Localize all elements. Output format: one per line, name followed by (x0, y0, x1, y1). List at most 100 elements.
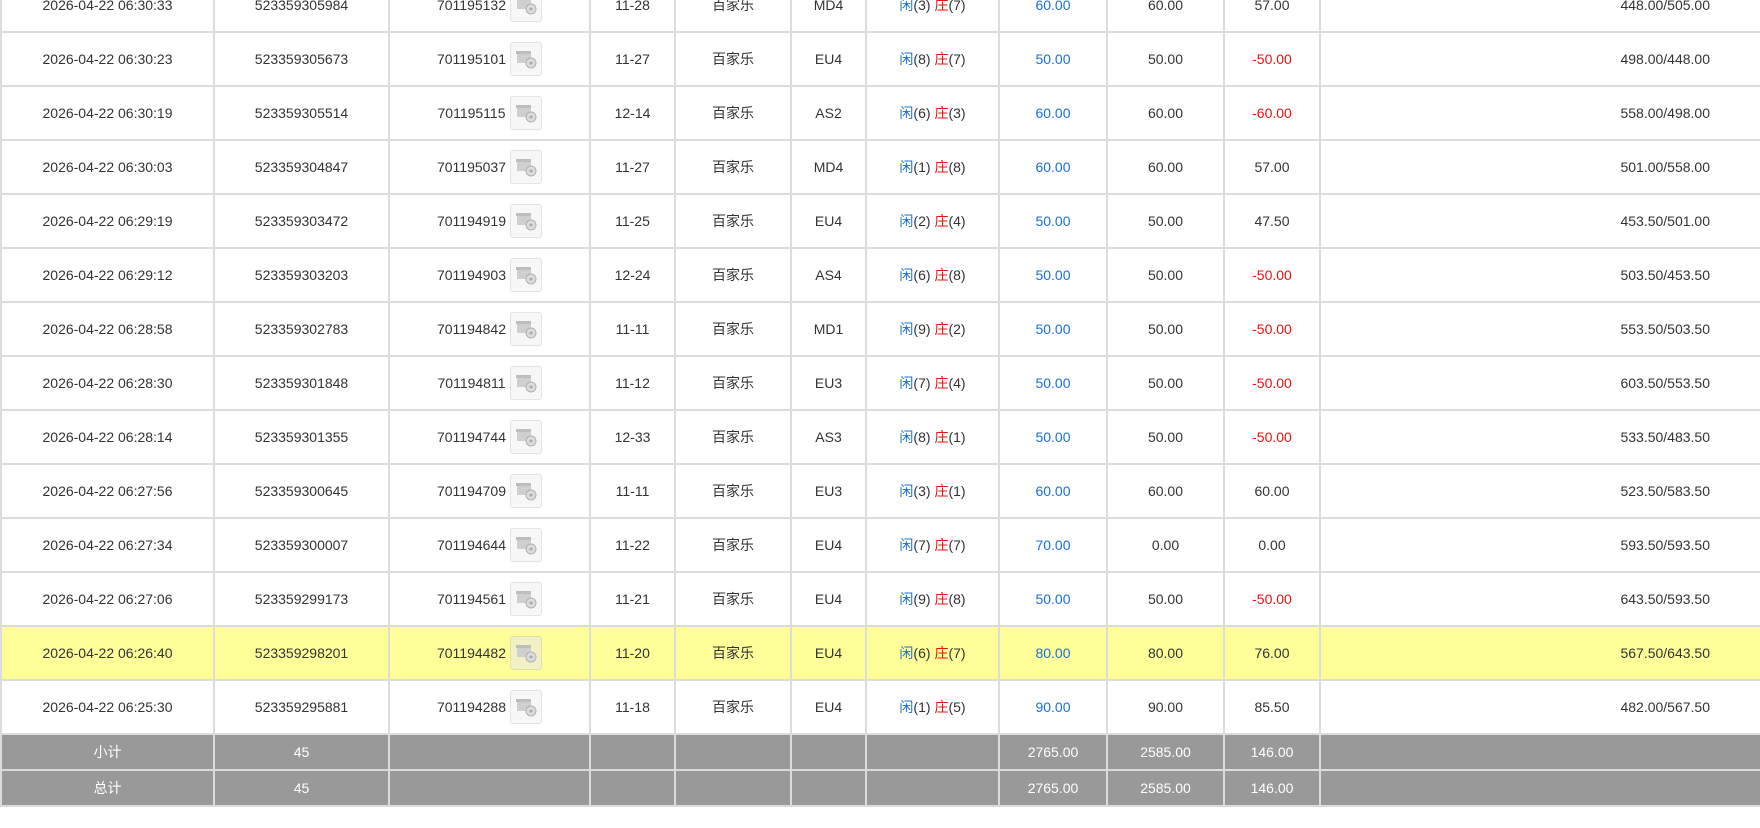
win-loss: -50.00 (1223, 571, 1321, 627)
game-id: 701195101 (436, 51, 507, 67)
bet-amount: 70.00 (998, 517, 1108, 573)
replay-icon[interactable] (510, 42, 543, 76)
player-label: 闲 (899, 0, 914, 13)
game-type: 百家乐 (674, 571, 792, 627)
total-count: 45 (213, 769, 390, 807)
total-bet: 2765.00 (998, 769, 1108, 807)
subtotal-win: 146.00 (1223, 733, 1321, 771)
player-label: 闲 (899, 159, 914, 175)
table-row: 2026-04-22 06:30:33 523359305984 7011951… (0, 0, 1760, 33)
game-id-cell: 701194811 (388, 355, 591, 411)
balance: 558.00/498.00 (1319, 85, 1760, 141)
result-cell: 闲(7) 庄(4) (865, 355, 1000, 411)
replay-icon[interactable] (510, 690, 543, 724)
balance: 553.50/503.50 (1319, 301, 1760, 357)
room-code: EU4 (790, 679, 867, 735)
bet-amount: 50.00 (998, 355, 1108, 411)
valid-bet: 50.00 (1106, 193, 1225, 249)
game-id: 701194811 (437, 375, 506, 391)
bet-id: 523359301848 (213, 355, 390, 411)
replay-icon[interactable] (510, 312, 543, 346)
player-score: (1) (913, 159, 931, 175)
balance: 448.00/505.00 (1319, 0, 1760, 33)
banker-label: 庄 (934, 591, 949, 607)
banker-score: (7) (948, 0, 966, 13)
player-score: (6) (913, 105, 931, 121)
result-cell: 闲(6) 庄(8) (865, 247, 1000, 303)
replay-icon[interactable] (510, 420, 543, 454)
replay-icon[interactable] (510, 204, 543, 238)
bet-amount: 80.00 (998, 625, 1108, 681)
player-label: 闲 (899, 213, 914, 229)
win-loss: 0.00 (1223, 517, 1321, 573)
banker-score: (7) (948, 645, 966, 661)
bet-time: 2026-04-22 06:30:23 (0, 31, 215, 87)
player-label: 闲 (899, 591, 914, 607)
game-id: 701194482 (436, 645, 507, 661)
table-number: 12-14 (589, 85, 676, 141)
room-code: MD1 (790, 301, 867, 357)
bet-id: 523359305673 (213, 31, 390, 87)
game-type: 百家乐 (674, 139, 792, 195)
bet-records-table-wrap: 2026-04-22 06:30:33 523359305984 7011951… (0, 0, 1760, 807)
banker-score: (7) (948, 51, 966, 67)
room-code: MD4 (790, 0, 867, 33)
bet-amount: 50.00 (998, 571, 1108, 627)
balance: 501.00/558.00 (1319, 139, 1760, 195)
room-code: EU4 (790, 31, 867, 87)
banker-score: (7) (948, 537, 966, 553)
game-id-cell: 701194744 (388, 409, 591, 465)
subtotal-bet: 2765.00 (998, 733, 1108, 771)
replay-icon[interactable] (510, 258, 543, 292)
game-id: 701194903 (436, 267, 507, 283)
replay-icon[interactable] (510, 636, 543, 670)
game-type: 百家乐 (674, 355, 792, 411)
replay-icon[interactable] (510, 0, 543, 22)
win-loss: -50.00 (1223, 355, 1321, 411)
result-cell: 闲(9) 庄(2) (865, 301, 1000, 357)
table-row: 2026-04-22 06:28:30 523359301848 7011948… (0, 355, 1760, 411)
table-row: 2026-04-22 06:29:19 523359303472 7011949… (0, 193, 1760, 249)
game-type: 百家乐 (674, 85, 792, 141)
win-loss: -50.00 (1223, 247, 1321, 303)
result-cell: 闲(6) 庄(7) (865, 625, 1000, 681)
banker-label: 庄 (934, 159, 949, 175)
bet-amount: 50.00 (998, 193, 1108, 249)
valid-bet: 60.00 (1106, 0, 1225, 33)
banker-score: (8) (948, 159, 966, 175)
player-label: 闲 (899, 483, 914, 499)
valid-bet: 50.00 (1106, 355, 1225, 411)
game-type: 百家乐 (674, 193, 792, 249)
table-number: 11-27 (589, 31, 676, 87)
bet-records-table: 2026-04-22 06:30:33 523359305984 7011951… (0, 0, 1760, 807)
valid-bet: 50.00 (1106, 409, 1225, 465)
replay-icon[interactable] (510, 150, 543, 184)
bet-id: 523359298201 (213, 625, 390, 681)
bet-amount: 50.00 (998, 301, 1108, 357)
banker-label: 庄 (934, 51, 949, 67)
bet-amount: 60.00 (998, 85, 1108, 141)
result-cell: 闲(1) 庄(5) (865, 679, 1000, 735)
table-number: 12-33 (589, 409, 676, 465)
bet-id: 523359305984 (213, 0, 390, 33)
replay-icon[interactable] (510, 474, 543, 508)
bet-time: 2026-04-22 06:30:03 (0, 139, 215, 195)
player-label: 闲 (899, 375, 914, 391)
banker-label: 庄 (934, 0, 949, 13)
replay-icon[interactable] (509, 96, 542, 130)
bet-id: 523359303472 (213, 193, 390, 249)
game-id: 701195037 (436, 159, 507, 175)
bet-id: 523359304847 (213, 139, 390, 195)
table-number: 11-12 (589, 355, 676, 411)
win-loss: -50.00 (1223, 409, 1321, 465)
replay-icon[interactable] (510, 528, 543, 562)
player-score: (3) (913, 483, 931, 499)
table-row: 2026-04-22 06:28:58 523359302783 7011948… (0, 301, 1760, 357)
balance: 498.00/448.00 (1319, 31, 1760, 87)
game-id-cell: 701195037 (388, 139, 591, 195)
total-win: 146.00 (1223, 769, 1321, 807)
table-number: 11-11 (589, 463, 676, 519)
replay-icon[interactable] (510, 582, 543, 616)
valid-bet: 60.00 (1106, 85, 1225, 141)
replay-icon[interactable] (509, 366, 542, 400)
